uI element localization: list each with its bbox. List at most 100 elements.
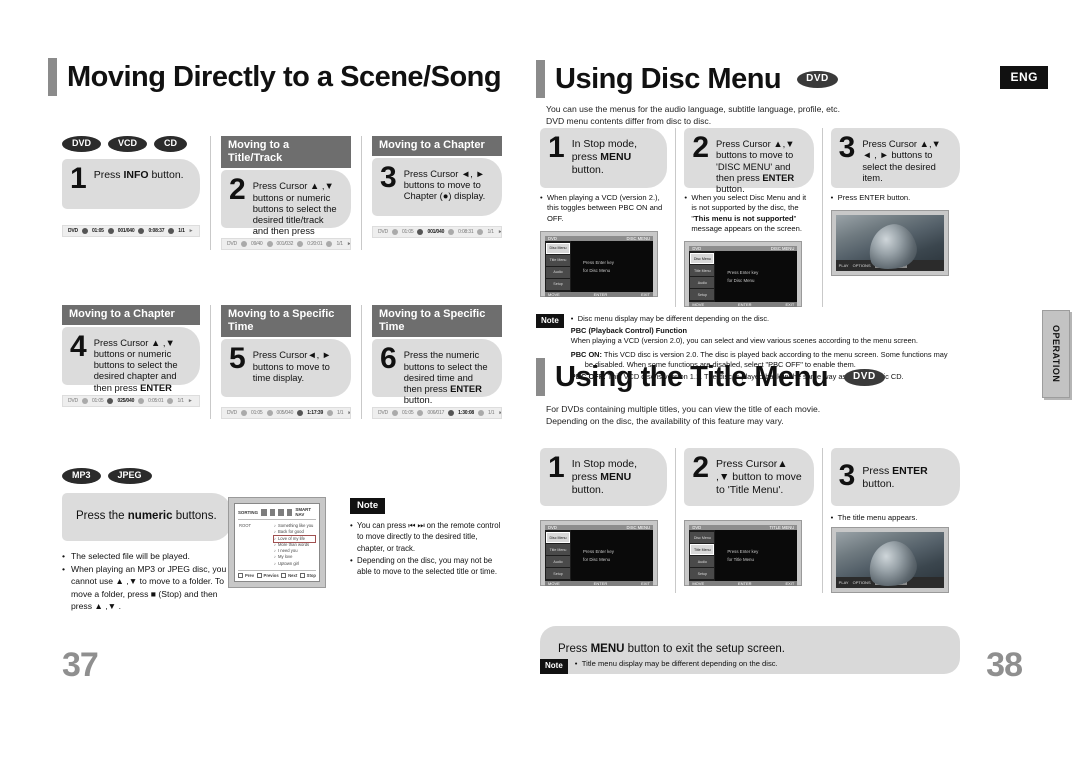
step-bubble: 2 Press Cursor▲ ,▼ button to move to 'Ti…: [684, 448, 814, 506]
step-number: 3: [380, 160, 397, 194]
photo-btn-select-item[interactable]: SELECT ITEM: [874, 580, 907, 586]
menu-item-audio[interactable]: Audio: [546, 556, 570, 567]
menu-item-disc-menu[interactable]: Disc Menu: [546, 532, 570, 543]
column-divider: [361, 305, 362, 420]
exit-instruction-text: Press MENU button to exit the setup scre…: [558, 643, 785, 655]
menu-item-disc-menu[interactable]: Disc Menu: [546, 242, 570, 254]
menu-item-title-menu[interactable]: Title Menu: [546, 544, 570, 555]
list-item[interactable]: ♪ Uptown girl: [274, 561, 315, 567]
osd-extra-icon: [327, 410, 334, 417]
screen-main-line: for Disc Menu: [727, 278, 755, 283]
root-folder-label[interactable]: ROOT: [239, 523, 251, 528]
osd-time: 0:08:37: [148, 228, 165, 234]
osd-extra: 1/1: [487, 228, 494, 235]
menu-item-setup[interactable]: Setup: [546, 278, 570, 290]
menu-item-setup[interactable]: Setup: [690, 568, 715, 579]
osd-title-icon: [391, 228, 398, 235]
file-screen-body: ROOT ♪ Something like you ♪ Back for good …: [238, 520, 317, 570]
osd-extra: 1/1: [177, 397, 184, 404]
photo-menu-bar: PLAY OPTIONS SELECT ITEM: [835, 260, 944, 272]
menu-item-title-menu[interactable]: Title Menu: [690, 265, 715, 276]
osd-disc: DVD: [378, 228, 388, 235]
osd-disc: DVD: [68, 228, 78, 234]
menu-item-audio[interactable]: Audio: [690, 556, 715, 567]
photo-btn-options[interactable]: OPTIONS: [853, 263, 871, 268]
step-column-3: Moving to a Chapter 3 Press Cursor ◄, ► …: [372, 136, 502, 250]
footer-exit: EXIT: [641, 291, 650, 297]
menu-item-disc-menu[interactable]: Disc Menu: [690, 253, 715, 264]
step-number: 6: [380, 342, 397, 376]
osd-thumbnail-1: DVD 01:05 001/040 0:08:37 1/1 ►: [62, 225, 201, 237]
osd-play-icon: ►: [498, 229, 501, 235]
step-2: 2 Press Cursor ▲ ,▼ buttons or numeric b…: [221, 170, 352, 248]
footer-btn-previos[interactable]: Previos: [256, 573, 279, 579]
screen-main-line: Press Enter key: [583, 259, 614, 265]
note-bullets: You can press ⏮ ⏭ on the remote control …: [350, 520, 505, 576]
screen-footer: MOVE ENTER EXIT: [689, 581, 798, 586]
menu-item-title-menu[interactable]: Title Menu: [690, 544, 715, 555]
osd-thumbnail-3: DVD 01:05 001/040 0:08:31 1/1 ►: [372, 225, 502, 238]
menu-item-setup[interactable]: Setup: [690, 289, 715, 300]
osd-thumbnail-6: DVD 01:05 006/017 1:30:08 1/1 ►: [372, 407, 502, 420]
note-bullet: • Disc menu display may be different dep…: [570, 314, 770, 323]
photo-btn-options[interactable]: OPTIONS: [853, 580, 871, 585]
section-title: Using Disc Menu: [555, 62, 782, 95]
media-tag-dvd: DVD: [62, 136, 102, 152]
button-glyph-icon: [281, 573, 287, 579]
step-number: 1: [70, 162, 87, 195]
menu-item-title-menu[interactable]: Title Menu: [546, 254, 570, 266]
file-screen-bezel: SORTING SMART NAV ROOT ♪ Something like y…: [228, 497, 326, 589]
footer-btn-prev[interactable]: Prev: [238, 573, 254, 579]
osd-title: 01:05: [401, 228, 414, 235]
osd-chapter-icon: [266, 410, 273, 417]
list-item: When playing a VCD (version 2.), this to…: [540, 193, 667, 224]
osd-chapter: 001/040: [427, 228, 445, 235]
media-tag-vcd: VCD: [108, 136, 148, 152]
note-bullet: • Title menu display may be different de…: [574, 659, 778, 668]
step-text: Press INFO button.: [93, 169, 184, 181]
list-item: You can press ⏮ ⏭ on the remote control …: [350, 520, 505, 553]
menu-item-audio[interactable]: Audio: [690, 277, 715, 288]
osd-time: 1:30:08: [458, 410, 475, 417]
osd-time: 1:17:39: [307, 410, 324, 417]
photo-btn-select-item[interactable]: SELECT ITEM: [874, 263, 907, 269]
step-6: 6 Press the numeric buttons to select th…: [372, 339, 502, 405]
menu-item-disc-menu[interactable]: Disc Menu: [690, 532, 715, 543]
lead-line: For DVDs containing multiple titles, you…: [546, 404, 821, 414]
file-screen-folder-pane: ROOT: [239, 523, 268, 567]
pbc-title: PBC (Playback Control) Function: [570, 326, 687, 336]
sort-icon-2[interactable]: [269, 508, 276, 516]
menu-item-setup[interactable]: Setup: [546, 568, 570, 579]
footer-btn-stop[interactable]: Stop: [299, 573, 316, 579]
disc-type-pill: DVD: [844, 368, 885, 386]
step-number: 5: [229, 342, 246, 376]
disc-menu-step-1: 1 In Stop mode, press MENU button. When …: [540, 128, 668, 307]
section-label-time-a: Moving to a Specific Time: [221, 305, 352, 338]
button-glyph-icon: [256, 573, 262, 579]
file-name: Uptown girl: [277, 560, 299, 566]
osd-play-icon: ►: [187, 397, 193, 404]
sort-icon-4[interactable]: [286, 508, 293, 516]
title-menu-heading: Using the Title Menu DVD: [536, 358, 885, 396]
steps-row-1: DVD VCD CD 1 Press INFO button. DVD 01:0…: [62, 136, 502, 251]
photo-btn-play[interactable]: PLAY: [839, 263, 849, 268]
sort-icon-1[interactable]: [261, 508, 267, 516]
menu-item-audio[interactable]: Audio: [546, 266, 570, 278]
footer-btn-next[interactable]: Next: [281, 573, 297, 579]
osd-thumbnail-5: DVD 01:05 005/040 1:17:39 1/1 ►: [221, 407, 352, 420]
osd-title-icon: [81, 228, 88, 234]
osd-chapter-icon: [107, 228, 114, 234]
sort-icon-3[interactable]: [278, 508, 284, 516]
footer-enter: ENTER: [738, 302, 752, 307]
osd-play-icon: ►: [188, 228, 194, 234]
osd-time-icon: [138, 397, 145, 404]
step-column-1: DVD VCD CD 1 Press INFO button. DVD 01:0…: [62, 136, 201, 250]
screen-main-line: Press Enter key: [583, 549, 614, 554]
screen-side-menu: Disc Menu Title Menu Audio Setup: [545, 240, 571, 292]
screen-main-line: Press Enter key: [727, 270, 759, 275]
photo-btn-play[interactable]: PLAY: [839, 580, 849, 585]
osd-chapter: 005/040: [276, 410, 294, 417]
step-bubble: 1 In Stop mode, press MENU button.: [540, 448, 668, 506]
title-menu-steps-row: 1 In Stop mode, press MENU button. DVD D…: [540, 448, 960, 594]
step-4: 4 Press Cursor ▲ ,▼ buttons or numeric b…: [62, 326, 201, 404]
